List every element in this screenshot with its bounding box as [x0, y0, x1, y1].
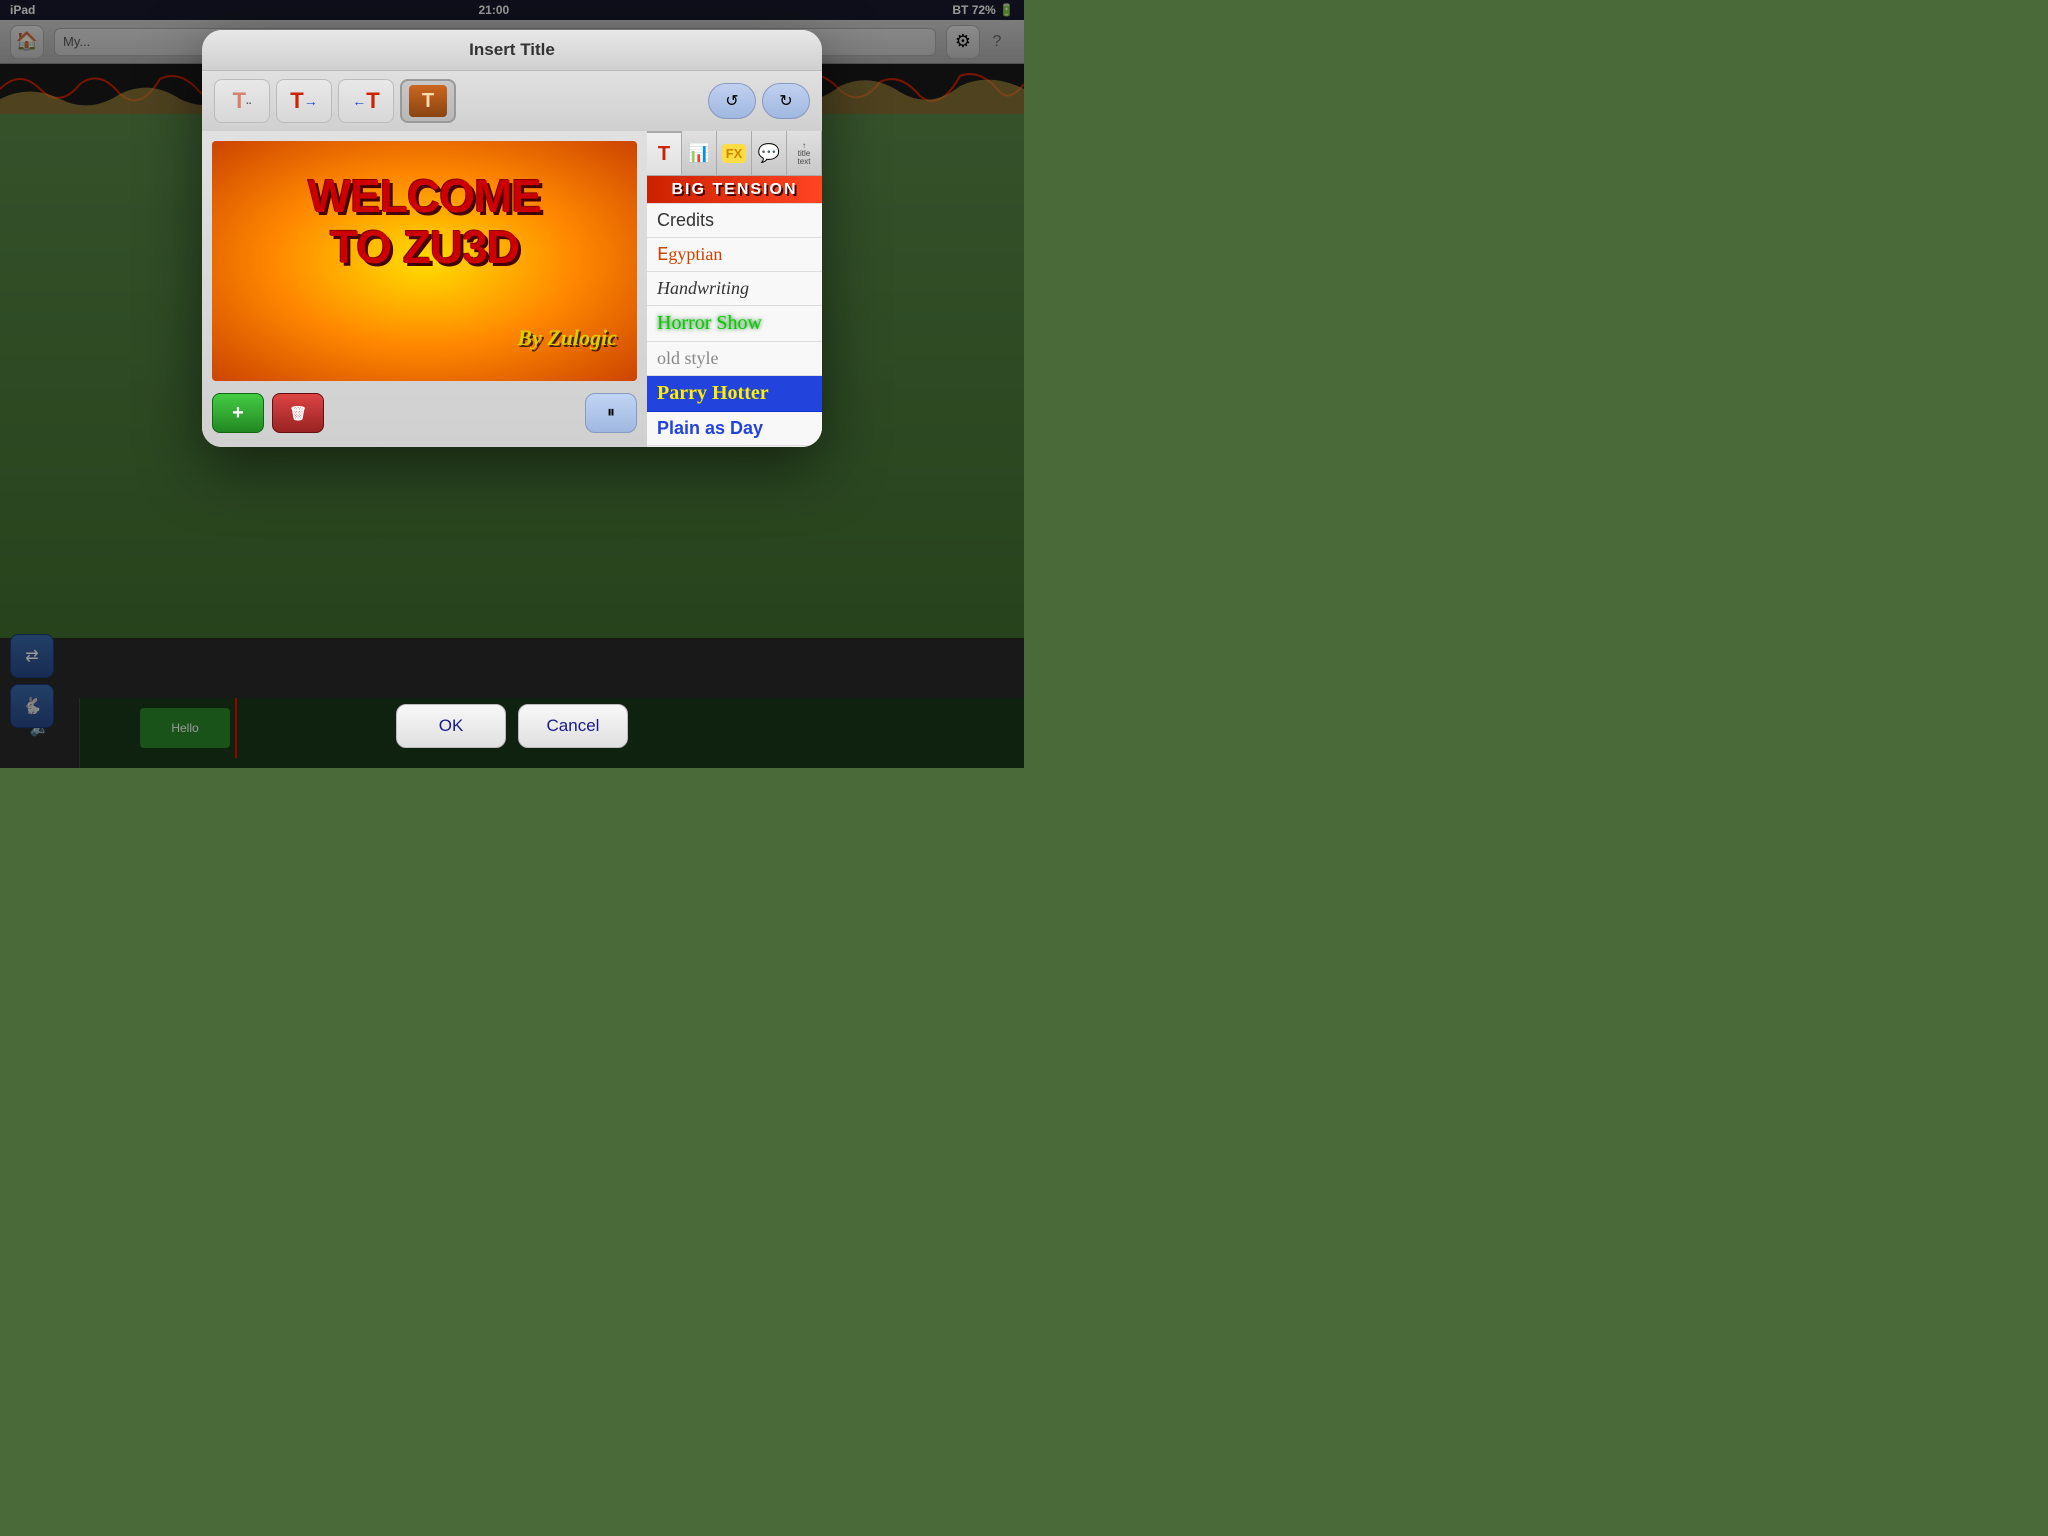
style-tab-push-right[interactable]: T →	[276, 79, 332, 123]
oldstyle-font-label: old style	[657, 348, 719, 368]
plus-icon: +	[232, 402, 244, 425]
preview-canvas[interactable]: Welcometo Zu3D By Zulogic	[212, 141, 637, 381]
title-text-badge: ↑ title text	[798, 141, 811, 166]
push-left-t-icon: T	[366, 88, 379, 114]
insert-title-modal: Insert Title T .. T → ← T T	[202, 30, 822, 447]
font-list[interactable]: BIG TENSION Credits ꓰgyptian Handwriting…	[647, 176, 822, 447]
style-tab-push-left[interactable]: ← T	[338, 79, 394, 123]
push-right-t-icon: T	[290, 88, 303, 114]
add-button[interactable]: +	[212, 393, 264, 433]
cancel-label: Cancel	[547, 716, 600, 736]
modal-title: Insert Title	[469, 40, 555, 60]
style-tabs-row: T .. T → ← T T ↺	[202, 71, 822, 131]
arrow-left-icon: ←	[352, 93, 366, 109]
ok-label: OK	[439, 716, 464, 736]
undo-redo-group: ↺ ↻	[708, 83, 810, 119]
parryhotter-font-label: Parry Hotter	[657, 382, 769, 404]
style-tab-fade-in[interactable]: T ..	[214, 79, 270, 123]
font-item-egyptian[interactable]: ꓰgyptian	[647, 238, 822, 272]
font-item-oldstyle[interactable]: old style	[647, 342, 822, 376]
right-panel: T 📊 FX 💬 ↑ title te	[647, 131, 822, 447]
cancel-button[interactable]: Cancel	[518, 704, 628, 748]
font-item-tension[interactable]: BIG TENSION	[647, 176, 822, 204]
delete-button[interactable]: 🗑	[272, 393, 324, 433]
tab-font[interactable]: T	[647, 131, 682, 175]
preview-controls: + 🗑 ⏸	[212, 389, 637, 437]
still-t-icon: T	[422, 90, 434, 113]
preview-area: Welcometo Zu3D By Zulogic + 🗑 ⏸	[202, 131, 647, 447]
redo-button[interactable]: ↻	[762, 83, 810, 119]
arrow-right-icon: →	[304, 93, 318, 109]
font-item-parryhotter[interactable]: Parry Hotter	[647, 376, 822, 412]
dots-label: ..	[246, 96, 252, 107]
tab-bubble[interactable]: 💬	[752, 131, 787, 175]
handwriting-font-label: Handwriting	[657, 278, 749, 298]
delete-icon: 🗑	[289, 405, 307, 422]
text-label-sm: text	[798, 158, 811, 166]
style-tab-still[interactable]: T	[400, 79, 456, 123]
fx-tab-icon: FX	[722, 144, 747, 163]
tab-fx[interactable]: FX	[717, 131, 752, 175]
play-pause-button[interactable]: ⏸	[585, 393, 637, 433]
font-item-handwriting[interactable]: Handwriting	[647, 272, 822, 306]
plainas-font-label: Plain as Day	[657, 418, 763, 438]
font-item-credits[interactable]: Credits	[647, 204, 822, 238]
modal-title-bar: Insert Title	[202, 30, 822, 71]
tension-font-label: BIG TENSION	[671, 181, 797, 199]
credits-font-label: Credits	[657, 210, 714, 230]
preview-subtitle-text: By Zulogic	[517, 325, 617, 351]
bubble-tab-icon: 💬	[758, 143, 780, 164]
ok-button[interactable]: OK	[396, 704, 506, 748]
color-tab-icon: 📊	[688, 143, 710, 164]
fade-in-icon: T	[232, 88, 245, 114]
egyptian-font-label: ꓰgyptian	[657, 244, 722, 264]
undo-icon: ↺	[725, 91, 738, 111]
preview-title-text: Welcometo Zu3D	[212, 171, 637, 272]
tab-color[interactable]: 📊	[682, 131, 717, 175]
panel-tabs: T 📊 FX 💬 ↑ title te	[647, 131, 822, 176]
dialog-buttons: OK Cancel	[396, 704, 628, 748]
font-item-horror[interactable]: Horror Show	[647, 306, 822, 342]
redo-icon: ↻	[779, 91, 792, 111]
modal-body: Welcometo Zu3D By Zulogic + 🗑 ⏸	[202, 131, 822, 447]
font-item-plainas[interactable]: Plain as Day	[647, 412, 822, 446]
font-tab-icon: T	[658, 143, 670, 166]
horror-font-label: Horror Show	[657, 312, 762, 334]
modal-overlay: Insert Title T .. T → ← T T	[0, 0, 1024, 768]
undo-button[interactable]: ↺	[708, 83, 756, 119]
tab-title-text[interactable]: ↑ title text	[787, 131, 822, 175]
pause-icon: ⏸	[607, 404, 615, 422]
